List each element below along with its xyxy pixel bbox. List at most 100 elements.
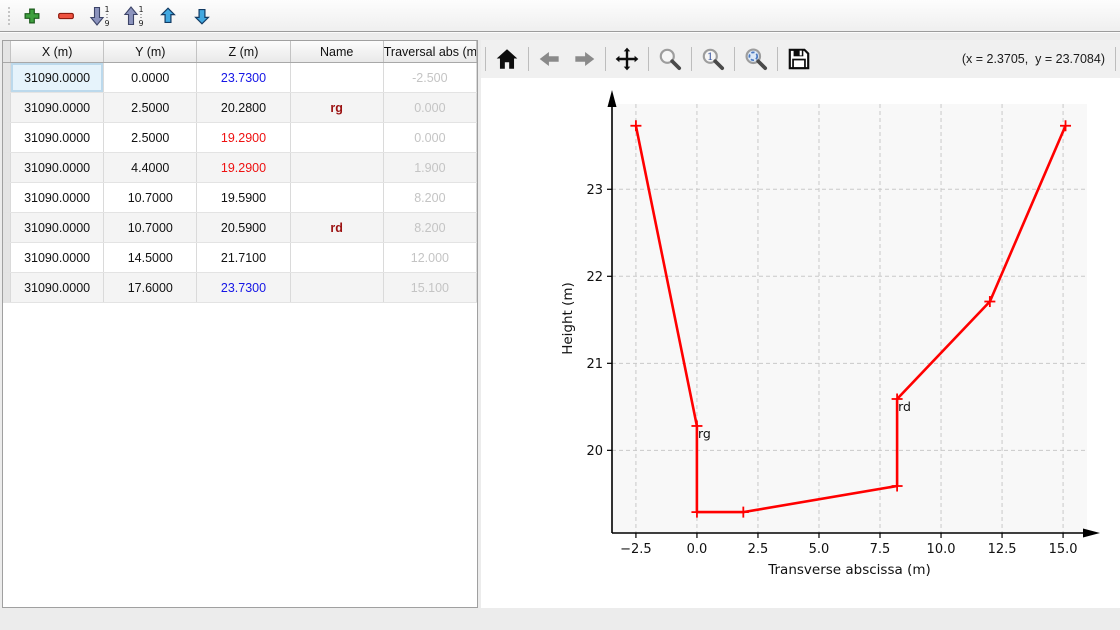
zoom-auto-button[interactable] <box>741 44 771 74</box>
row-handle[interactable] <box>3 213 11 243</box>
table-row: 31090.000010.700019.5900 8.200 <box>3 183 477 213</box>
cell-name[interactable] <box>290 63 383 93</box>
cell-traversal[interactable]: 0.000 <box>383 123 476 153</box>
sort-ascending-button[interactable]: 1 9 <box>121 3 147 29</box>
cell-traversal[interactable]: 12.000 <box>383 243 476 273</box>
forward-arrow-icon <box>571 46 597 72</box>
row-handle[interactable] <box>3 153 11 183</box>
cell-name[interactable]: rg <box>290 93 383 123</box>
column-header-z[interactable]: Z (m) <box>197 41 290 63</box>
cell-name[interactable] <box>290 153 383 183</box>
zoom-auto-icon <box>743 46 769 72</box>
move-row-up-button[interactable] <box>155 3 181 29</box>
cell-x[interactable]: 31090.0000 <box>11 153 104 183</box>
cell-z[interactable]: 19.2900 <box>197 153 290 183</box>
figure-area: −2.50.02.55.07.510.012.515.020212223Tran… <box>481 78 1120 608</box>
row-handle[interactable] <box>3 63 11 93</box>
cell-name[interactable] <box>290 273 383 303</box>
cell-x[interactable]: 31090.0000 <box>11 243 104 273</box>
cursor-coordinates-readout: (x = 2.3705, y = 23.7084) <box>962 52 1111 66</box>
x-tick-label: 2.5 <box>748 542 769 557</box>
home-button[interactable] <box>492 44 522 74</box>
y-axis-arrow <box>608 90 617 107</box>
cell-name[interactable]: rd <box>290 213 383 243</box>
y-tick-label: 21 <box>586 357 603 372</box>
toolbar-separator <box>777 47 778 71</box>
cell-z[interactable]: 20.5900 <box>197 213 290 243</box>
svg-text:1: 1 <box>138 5 143 14</box>
cell-x[interactable]: 31090.0000 <box>11 63 104 93</box>
cell-z[interactable]: 19.2900 <box>197 123 290 153</box>
sort-arrow-down-icon: 1 9 <box>88 4 112 28</box>
delete-row-button[interactable] <box>53 3 79 29</box>
cell-z[interactable]: 23.7300 <box>197 63 290 93</box>
row-handle[interactable] <box>3 183 11 213</box>
cell-traversal[interactable]: 8.200 <box>383 213 476 243</box>
cell-traversal[interactable]: 8.200 <box>383 183 476 213</box>
cell-y[interactable]: 2.5000 <box>104 93 197 123</box>
points-table-panel: X (m) Y (m) Z (m) Name Traversal abs (m)… <box>2 40 478 608</box>
cell-x[interactable]: 31090.0000 <box>11 183 104 213</box>
cell-y[interactable]: 2.5000 <box>104 123 197 153</box>
column-header-x[interactable]: X (m) <box>11 41 104 63</box>
sort-descending-button[interactable]: 1 9 <box>87 3 113 29</box>
cell-name[interactable] <box>290 183 383 213</box>
cell-x[interactable]: 31090.0000 <box>11 213 104 243</box>
pan-button[interactable] <box>612 44 642 74</box>
arrow-up-icon <box>157 5 179 27</box>
zoom-original-button[interactable]: 1 <box>698 44 728 74</box>
cell-z[interactable]: 20.2800 <box>197 93 290 123</box>
toolbar-separator <box>485 47 486 71</box>
save-button[interactable] <box>784 44 814 74</box>
toolbar-separator <box>691 47 692 71</box>
previous-view-button[interactable] <box>535 44 565 74</box>
svg-text:1: 1 <box>104 5 109 14</box>
cell-z[interactable]: 19.5900 <box>197 183 290 213</box>
cell-x[interactable]: 31090.0000 <box>11 93 104 123</box>
toolbar-separator <box>605 47 606 71</box>
cell-z[interactable]: 23.7300 <box>197 273 290 303</box>
row-handle[interactable] <box>3 273 11 303</box>
plus-icon <box>21 5 43 27</box>
cell-name[interactable] <box>290 243 383 273</box>
row-handle[interactable] <box>3 243 11 273</box>
plot-panel: 1 (x = 2.370 <box>481 40 1120 608</box>
row-handle[interactable] <box>3 93 11 123</box>
cell-y[interactable]: 4.4000 <box>104 153 197 183</box>
cell-y[interactable]: 14.5000 <box>104 243 197 273</box>
back-arrow-icon <box>537 46 563 72</box>
cell-traversal[interactable]: -2.500 <box>383 63 476 93</box>
column-header-traversal[interactable]: Traversal abs (m) <box>383 41 476 63</box>
axes-background <box>612 104 1087 533</box>
cell-y[interactable]: 17.6000 <box>104 273 197 303</box>
cell-traversal[interactable]: 1.900 <box>383 153 476 183</box>
x-axis-arrow <box>1083 529 1100 538</box>
next-view-button[interactable] <box>569 44 599 74</box>
move-row-down-button[interactable] <box>189 3 215 29</box>
add-row-button[interactable] <box>19 3 45 29</box>
cell-x[interactable]: 31090.0000 <box>11 123 104 153</box>
table-toolbar: 1 9 1 9 <box>0 0 1120 32</box>
zoom-one-icon: 1 <box>700 46 726 72</box>
cell-traversal[interactable]: 0.000 <box>383 93 476 123</box>
cell-y[interactable]: 0.0000 <box>104 63 197 93</box>
cell-y[interactable]: 10.7000 <box>104 183 197 213</box>
x-tick-label: 10.0 <box>927 542 956 557</box>
cross-section-chart[interactable]: −2.50.02.55.07.510.012.515.020212223Tran… <box>481 78 1120 608</box>
row-handle[interactable] <box>3 123 11 153</box>
toolbar-grip-handle[interactable] <box>3 4 15 28</box>
column-header-y[interactable]: Y (m) <box>104 41 197 63</box>
cell-z[interactable]: 21.7100 <box>197 243 290 273</box>
cross-section-editor-window: 1 9 1 9 <box>0 0 1120 630</box>
x-tick-label: 15.0 <box>1049 542 1078 557</box>
toolbar-separator <box>734 47 735 71</box>
zoom-button[interactable] <box>655 44 685 74</box>
minus-icon <box>55 5 77 27</box>
cell-y[interactable]: 10.7000 <box>104 213 197 243</box>
cell-x[interactable]: 31090.0000 <box>11 273 104 303</box>
point-label: rg <box>698 426 711 441</box>
cell-traversal[interactable]: 15.100 <box>383 273 476 303</box>
cell-name[interactable] <box>290 123 383 153</box>
column-header-name[interactable]: Name <box>290 41 383 63</box>
x-tick-label: 12.5 <box>988 542 1017 557</box>
